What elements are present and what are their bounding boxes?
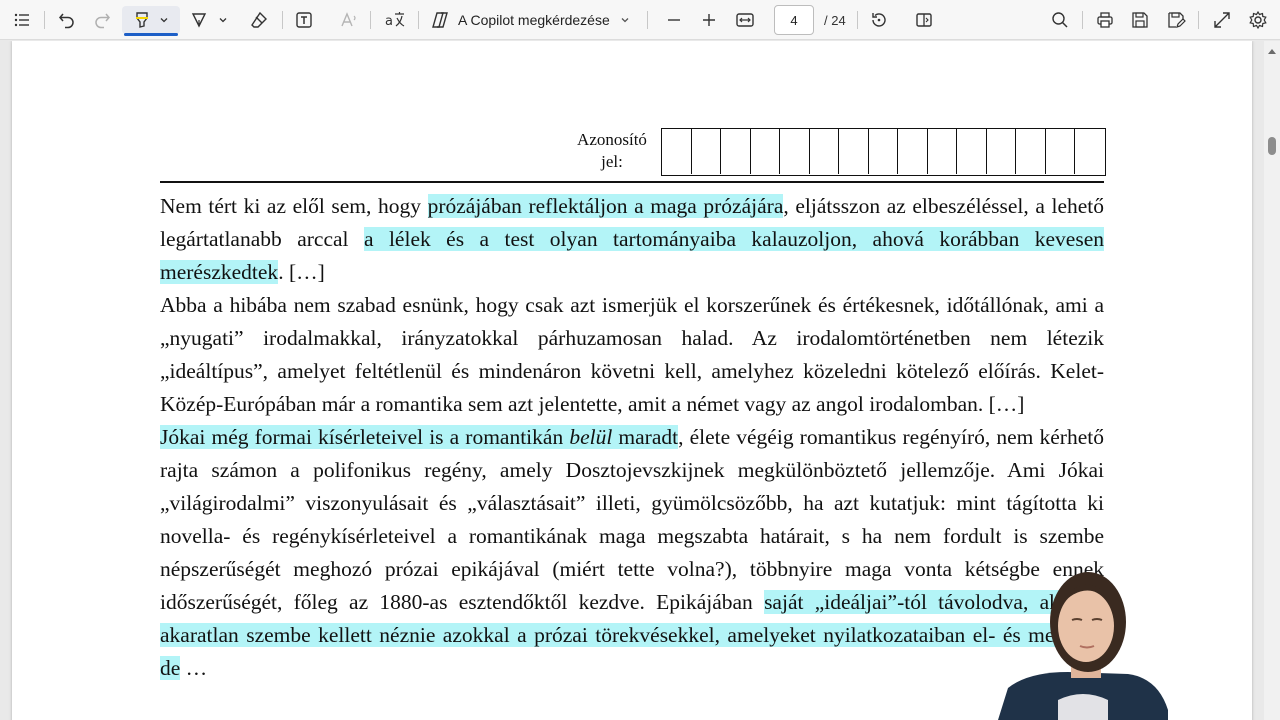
chevron-down-icon[interactable] <box>620 15 630 25</box>
paragraph-1[interactable]: Nem tért ki az elől sem, hogy prózájában… <box>160 190 1105 289</box>
paragraph-2[interactable]: Abba a hibába nem szabad esnünk, hogy cs… <box>160 289 1104 421</box>
webcam-overlay <box>998 560 1168 720</box>
text-box-icon[interactable] <box>292 6 316 34</box>
id-box <box>721 129 751 174</box>
contents-list-icon[interactable] <box>10 6 34 34</box>
id-box <box>1016 129 1046 174</box>
highlighted-text[interactable]: prózájában reflektáljon a maga prózájára <box>427 194 784 218</box>
header-rule <box>160 181 1104 183</box>
highlight-icon <box>133 11 151 29</box>
chevron-down-icon[interactable] <box>159 15 169 25</box>
read-aloud-icon[interactable] <box>337 6 361 34</box>
save-as-icon[interactable] <box>1164 6 1188 34</box>
print-icon[interactable] <box>1093 6 1117 34</box>
settings-icon[interactable] <box>1246 6 1270 34</box>
text-span: . […] <box>278 260 325 284</box>
vertical-scrollbar[interactable] <box>1264 41 1280 720</box>
chevron-down-icon[interactable] <box>218 15 228 25</box>
highlight-button[interactable] <box>122 6 180 36</box>
zoom-out-icon[interactable] <box>662 6 686 34</box>
id-box <box>928 129 957 174</box>
draw-icon <box>190 11 208 29</box>
text-span: maradt <box>612 425 679 449</box>
eraser-icon[interactable] <box>247 6 271 34</box>
svg-text:a: a <box>385 14 393 29</box>
id-box <box>898 129 928 174</box>
toolbar-separator <box>647 11 648 29</box>
undo-icon[interactable] <box>55 6 79 34</box>
document-text[interactable]: Nem tért ki az elől sem, hogy prózájában… <box>160 190 1105 685</box>
id-box <box>662 129 692 174</box>
id-label-line2: jel: <box>601 152 623 171</box>
save-icon[interactable] <box>1128 6 1152 34</box>
id-boxes <box>661 128 1106 176</box>
text-span: , élete végéig romantikus regényíró, nem… <box>160 425 1104 614</box>
paragraph-3[interactable]: Jókai még formai kísérleteivel is a roma… <box>160 421 1105 685</box>
toolbar-separator <box>857 11 858 29</box>
id-label-line1: Azonosító <box>577 130 647 149</box>
id-box <box>751 129 780 174</box>
text-span: Nem tért ki az elől sem, hogy <box>160 194 428 218</box>
page-number-input[interactable] <box>774 5 814 35</box>
translate-icon[interactable]: a <box>382 6 408 34</box>
draw-button[interactable] <box>186 6 232 34</box>
id-label: Azonosító jel: <box>560 129 664 173</box>
toolbar-separator <box>44 11 45 29</box>
redo-icon[interactable] <box>90 6 114 34</box>
id-box <box>839 129 869 174</box>
text-span: Jókai még formai kísérleteivel is a roma… <box>160 425 570 449</box>
id-box <box>1075 129 1105 174</box>
rotate-icon[interactable] <box>867 6 891 34</box>
toolbar-separator <box>418 11 419 29</box>
zoom-in-icon[interactable] <box>697 6 721 34</box>
copilot-icon <box>430 10 450 30</box>
highlighted-text[interactable]: Jókai még formai kísérleteivel is a roma… <box>160 425 679 449</box>
id-box <box>869 129 898 174</box>
id-box <box>957 129 987 174</box>
copilot-label: A Copilot megkérdezése <box>458 12 610 28</box>
page-total: / 24 <box>824 13 846 28</box>
ask-copilot-button[interactable]: A Copilot megkérdezése <box>430 6 634 34</box>
toolbar-separator <box>370 11 371 29</box>
toolbar-separator <box>282 11 283 29</box>
italic-text: belül <box>569 425 613 449</box>
pdf-toolbar: a A Copilot megkérdezése / 24 <box>0 0 1280 40</box>
scrollbar-thumb[interactable] <box>1268 137 1276 155</box>
scroll-up-arrow-icon[interactable] <box>1268 49 1276 54</box>
id-box <box>987 129 1016 174</box>
toolbar-separator <box>1198 11 1199 29</box>
toolbar-separator <box>1082 11 1083 29</box>
text-span: … <box>180 656 208 680</box>
id-box <box>1046 129 1075 174</box>
page-view-icon[interactable] <box>912 6 936 34</box>
fit-width-icon[interactable] <box>733 6 757 34</box>
search-icon[interactable] <box>1048 6 1072 34</box>
id-box <box>692 129 721 174</box>
id-box <box>810 129 839 174</box>
id-box <box>780 129 810 174</box>
expand-icon[interactable] <box>1210 6 1234 34</box>
